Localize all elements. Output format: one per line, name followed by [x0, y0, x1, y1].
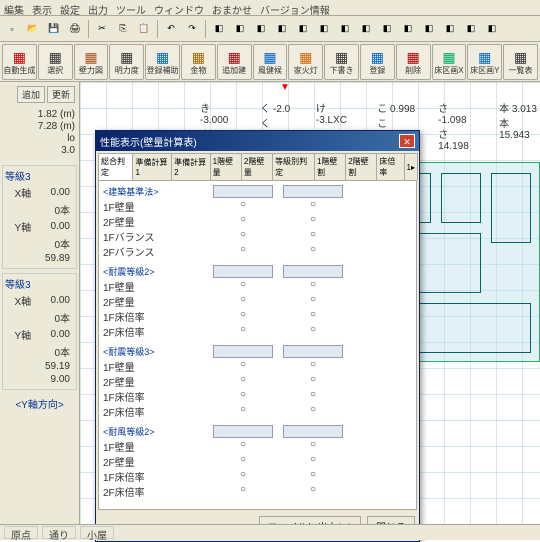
tab-7[interactable]: 2階壁割 — [345, 153, 377, 180]
statusbar: 原点通り小屋 — [0, 524, 540, 540]
f-icon[interactable]: ◧ — [314, 19, 334, 39]
menu-item[interactable]: ツール — [116, 2, 146, 13]
menu-item[interactable]: 設定 — [60, 2, 80, 13]
tool-金物[interactable]: ▦金物 — [181, 44, 216, 80]
tool-風健候[interactable]: ▦風健候 — [253, 44, 288, 80]
m-icon[interactable]: ◧ — [461, 19, 481, 39]
i-icon[interactable]: ◧ — [377, 19, 397, 39]
tool-登録[interactable]: ▦登録 — [360, 44, 395, 80]
sidebar: 追加 更新 1.82 (m)7.28 (m)lo3.0 等級3X軸0.000本Y… — [0, 82, 80, 524]
copy-icon[interactable]: ⎘ — [113, 19, 133, 39]
status-cell: 原点 — [4, 526, 38, 539]
tool-床区画Y[interactable]: ▦床区画Y — [467, 44, 502, 80]
dialog-body: <建築基準法>1F壁量○○2F壁量○○1Fバランス○○2Fバランス○○<耐震等級… — [98, 180, 417, 510]
perf-dialog: 性能表示(壁量計算表) ✕ 総合判定準備計算1準備計算21階壁量2階壁量等級別判… — [95, 130, 420, 542]
close-icon[interactable]: ✕ — [399, 134, 415, 148]
redo-icon[interactable]: ↷ — [182, 19, 202, 39]
cut-icon[interactable]: ✂ — [92, 19, 112, 39]
tool-選択[interactable]: ▦選択 — [38, 44, 73, 80]
d-icon[interactable]: ◧ — [272, 19, 292, 39]
save-icon[interactable]: 💾 — [44, 19, 64, 39]
file-icon[interactable]: ▫ — [2, 19, 22, 39]
tab-9[interactable]: 1▸ — [404, 153, 418, 180]
print-icon[interactable]: 🖨 — [65, 19, 85, 39]
menu-item[interactable]: ウィンドウ — [154, 2, 204, 13]
tool-家火灯[interactable]: ▦家火灯 — [288, 44, 323, 80]
menu-item[interactable]: 出力 — [88, 2, 108, 13]
tab-5[interactable]: 等級別判定 — [272, 153, 315, 180]
tab-2[interactable]: 準備計算2 — [171, 153, 211, 180]
menubar: 編集表示設定出力ツールウィンドウおまかせバージョン情報 — [0, 0, 540, 16]
l-icon[interactable]: ◧ — [440, 19, 460, 39]
e-icon[interactable]: ◧ — [293, 19, 313, 39]
dialog-title: 性能表示(壁量計算表) — [100, 134, 197, 149]
tab-6[interactable]: 1階壁割 — [314, 153, 346, 180]
dialog-titlebar[interactable]: 性能表示(壁量計算表) ✕ — [96, 131, 419, 151]
tool-削除[interactable]: ▦削除 — [396, 44, 431, 80]
status-cell: 小屋 — [80, 526, 114, 539]
sidebar-add-button[interactable]: 追加 — [17, 86, 45, 103]
open-icon[interactable]: 📂 — [23, 19, 43, 39]
undo-icon[interactable]: ↶ — [161, 19, 181, 39]
tool-壁力図[interactable]: ▦壁力図 — [74, 44, 109, 80]
tool-追加建[interactable]: ▦追加建 — [217, 44, 252, 80]
menu-item[interactable]: 表示 — [32, 2, 52, 13]
tab-0[interactable]: 総合判定 — [98, 153, 133, 180]
tool-自動生成[interactable]: ▦自動生成 — [2, 44, 37, 80]
g-icon[interactable]: ◧ — [335, 19, 355, 39]
tab-8[interactable]: 床倍率 — [376, 153, 404, 180]
tool-下書き[interactable]: ▦下書き — [324, 44, 359, 80]
tool-明力度[interactable]: ▦明力度 — [109, 44, 144, 80]
sidebar-update-button[interactable]: 更新 — [47, 86, 75, 103]
toolbar-large: ▦自動生成▦選択▦壁力図▦明力度▦登録補助▦金物▦追加建▦風健候▦家火灯▦下書き… — [0, 42, 540, 82]
c-icon[interactable]: ◧ — [251, 19, 271, 39]
b-icon[interactable]: ◧ — [230, 19, 250, 39]
tool-床区画X[interactable]: ▦床区画X — [432, 44, 467, 80]
dialog-tabs: 総合判定準備計算1準備計算21階壁量2階壁量等級別判定1階壁割2階壁割床倍率1▸ — [96, 151, 419, 180]
marker-icon: ▼ — [280, 82, 290, 93]
tab-3[interactable]: 1階壁量 — [210, 153, 242, 180]
paste-icon[interactable]: 📋 — [134, 19, 154, 39]
tab-1[interactable]: 準備計算1 — [132, 153, 172, 180]
status-cell: 通り — [42, 526, 76, 539]
j-icon[interactable]: ◧ — [398, 19, 418, 39]
menu-item[interactable]: おまかせ — [212, 2, 252, 13]
tool-一覧表[interactable]: ▦一覧表 — [503, 44, 538, 80]
yaxis-label: <Y軸方向> — [2, 396, 77, 411]
menu-item[interactable]: 編集 — [4, 2, 24, 13]
k-icon[interactable]: ◧ — [419, 19, 439, 39]
tab-4[interactable]: 2階壁量 — [241, 153, 273, 180]
h-icon[interactable]: ◧ — [356, 19, 376, 39]
menu-item[interactable]: バージョン情報 — [260, 2, 330, 13]
n-icon[interactable]: ◧ — [482, 19, 502, 39]
a-icon[interactable]: ◧ — [209, 19, 229, 39]
tool-登録補助[interactable]: ▦登録補助 — [145, 44, 180, 80]
toolbar-small: ▫📂💾🖨✂⎘📋↶↷◧◧◧◧◧◧◧◧◧◧◧◧◧◧ — [0, 16, 540, 42]
